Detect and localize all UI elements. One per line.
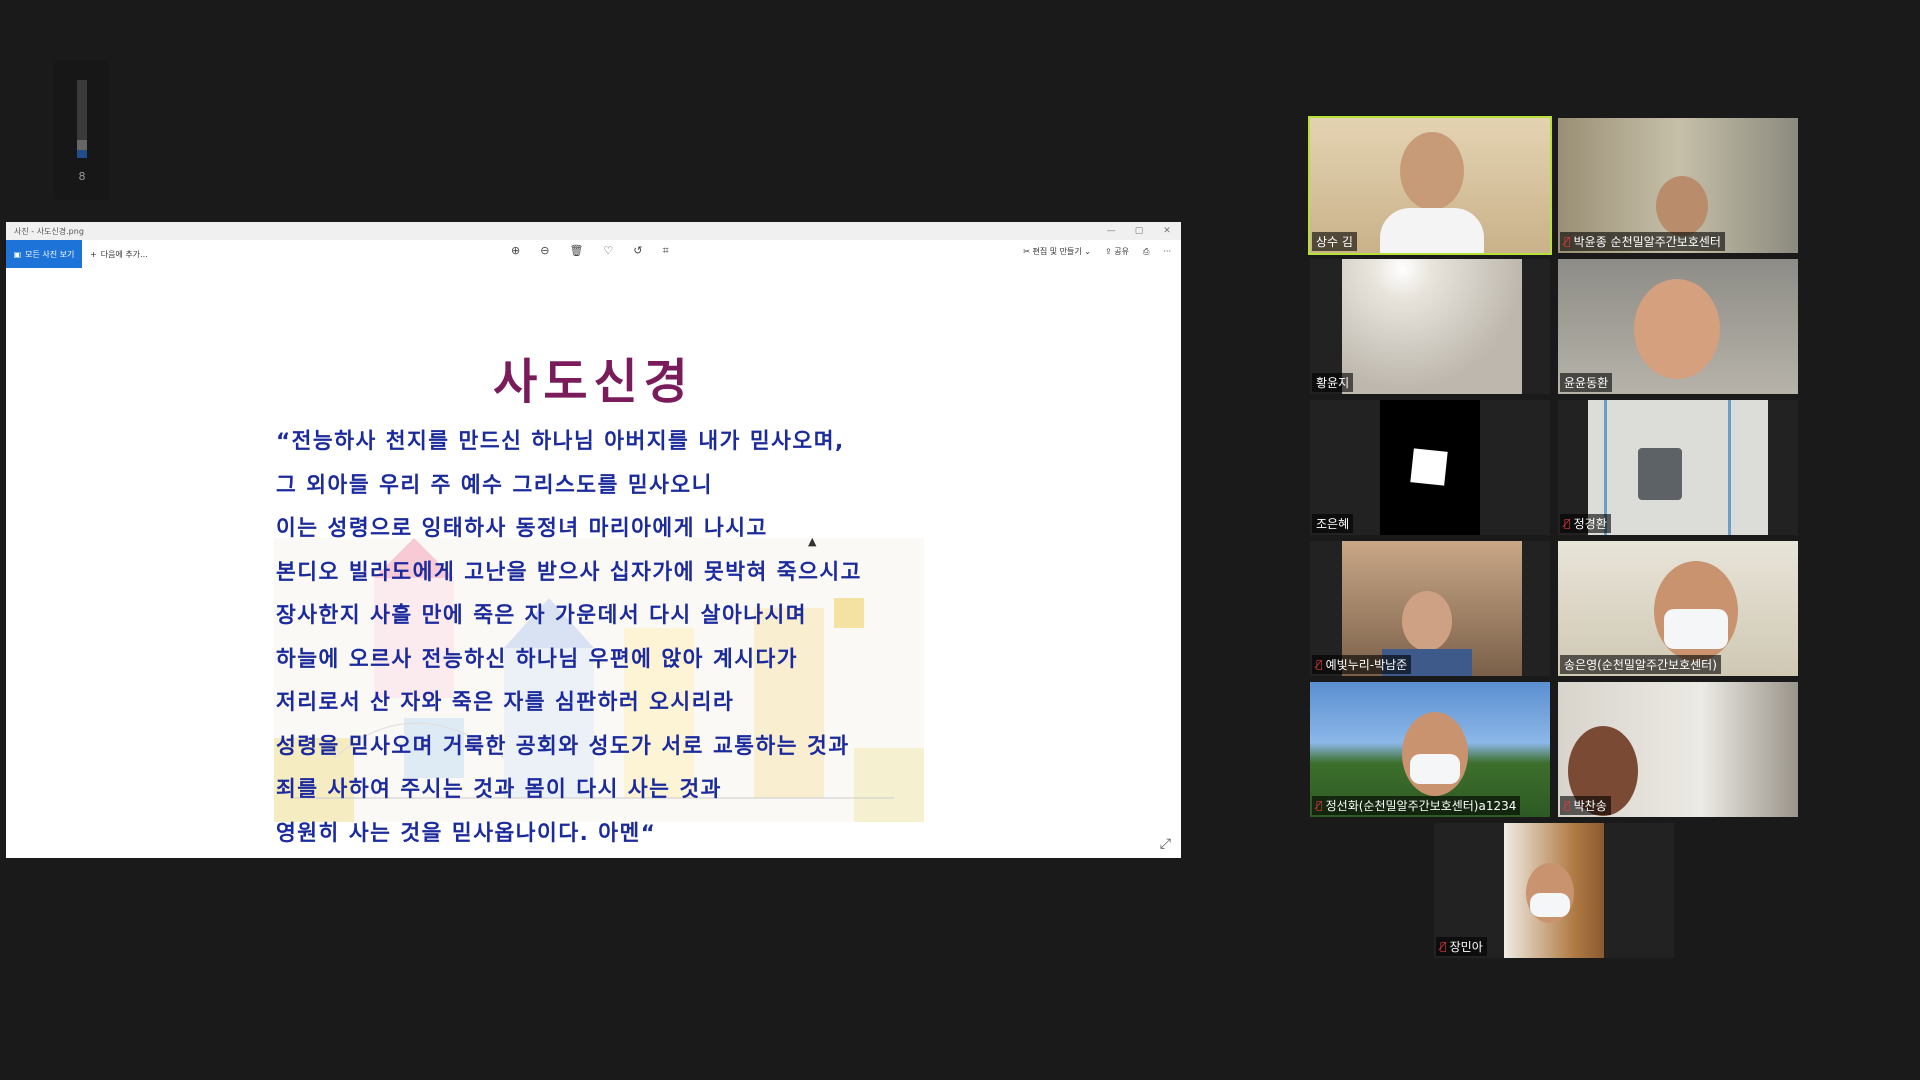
participant-tile[interactable]: 황윤지: [1310, 259, 1550, 394]
audio-level-meter: 8: [54, 60, 110, 200]
participant-name: 박찬송: [1573, 799, 1607, 813]
edit-create-label: 편집 및 만들기: [1032, 247, 1082, 256]
audio-level-track: [77, 80, 87, 158]
share-button[interactable]: ⇪ 공유: [1105, 246, 1129, 257]
rotate-icon[interactable]: ↺: [633, 244, 642, 258]
participant-tile[interactable]: 🎙̸ 정선화(순천밀알주간보호센터)a1234: [1310, 682, 1550, 817]
participant-face: [1634, 279, 1720, 379]
participant-name: 송은영(순천밀알주간보호센터): [1564, 658, 1717, 672]
participant-tile[interactable]: 🎙̸ 박찬송: [1558, 682, 1798, 817]
participant-nametag: 송은영(순천밀알주간보호센터): [1560, 655, 1721, 674]
mic-muted-icon: 🎙̸: [1564, 799, 1571, 812]
viewer-tool-group: ⊕ ⊖ 🗑 ♡ ↺ ⌗: [511, 244, 669, 258]
participant-tile[interactable]: 송은영(순천밀알주간보호센터): [1558, 541, 1798, 676]
mic-muted-icon: 🎙̸: [1316, 658, 1323, 671]
creed-line-10: 영원히 사는 것을 믿사옵나이다. 아멘“: [276, 820, 657, 846]
participant-nametag: 🎙̸ 박찬송: [1560, 796, 1611, 815]
creed-line-8: 성령을 믿사오며 거룩한 공회와 성도가 서로 교통하는 것과: [276, 733, 850, 759]
creed-line-5: 장사한지 사흘 만에 죽은 자 가운데서 다시 살아나시며: [276, 603, 808, 628]
crop-icon[interactable]: ⌗: [663, 244, 669, 258]
mic-muted-icon: 🎙̸: [1564, 235, 1571, 248]
audio-level-cap: [77, 140, 87, 150]
participant-tile[interactable]: 윤윤동환: [1558, 259, 1798, 394]
participant-tile[interactable]: 🎙̸ 장민아: [1434, 823, 1674, 958]
participant-light: [1410, 448, 1448, 486]
participant-face: [1402, 591, 1452, 651]
delete-icon[interactable]: 🗑: [569, 244, 583, 258]
participant-nametag: 윤윤동환: [1560, 373, 1613, 392]
participant-face: [1656, 176, 1708, 236]
favorite-icon[interactable]: ♡: [603, 244, 613, 258]
participant-nametag: 상수 김: [1312, 232, 1357, 251]
mic-muted-icon: 🎙̸: [1316, 799, 1323, 812]
participant-nametag: 🎙̸ 예빛누리-박남준: [1312, 655, 1412, 674]
plus-icon: +: [90, 249, 97, 259]
participant-name: 박윤종 순천밀알주간보호센터: [1573, 235, 1721, 249]
participant-tile[interactable]: 🎙̸ 예빛누리-박남준: [1310, 541, 1550, 676]
share-label: 공유: [1114, 247, 1129, 256]
viewer-titlebar: 사진 - 사도신경.png — ▢ ✕: [6, 222, 1181, 240]
participant-nametag: 🎙̸ 정경환: [1560, 514, 1611, 533]
participant-video: [1504, 823, 1604, 958]
creed-line-4: 본디오 빌라도에게 고난을 받으사 십자가에 못박혀 죽으시고: [276, 559, 862, 585]
participant-tile[interactable]: 조은혜: [1310, 400, 1550, 535]
add-to-label: 다음에 추가...: [100, 249, 148, 259]
participant-video: [1342, 259, 1522, 394]
fullscreen-expand-icon[interactable]: ⤢: [1160, 836, 1171, 852]
view-all-photos-label: 모든 사진 보기: [25, 249, 75, 259]
creed-text: “전능하사 천지를 만드신 하나님 아버지를 내가 믿사오며, 그 외아들 우리…: [276, 420, 862, 855]
creed-line-6: 하늘에 오르사 전능하신 하나님 우편에 앉아 계시다가: [276, 646, 799, 672]
participant-name: 정경환: [1573, 517, 1607, 531]
participant-line: [1728, 400, 1731, 535]
participant-name: 장민아: [1449, 940, 1483, 954]
creed-line-2: 그 외아들 우리 주 예수 그리스도를 믿사오니: [276, 472, 713, 498]
creed-line-3: 이는 성령으로 잉태하사 동정녀 마리아에게 나시고: [276, 516, 768, 541]
participant-face: [1400, 132, 1464, 210]
mic-muted-icon: 🎙̸: [1564, 517, 1571, 530]
creed-line-7: 저리로서 산 자와 죽은 자를 심판하러 오시리라: [276, 690, 735, 715]
participant-nametag: 🎙̸ 장민아: [1436, 937, 1487, 956]
shared-screen-photo-viewer[interactable]: 사진 - 사도신경.png — ▢ ✕ ▣ 모든 사진 보기 + 다음에 추가.…: [6, 222, 1181, 858]
participant-name: 정선화(순천밀알주간보호센터)a1234: [1325, 799, 1517, 813]
audio-level-value: 8: [78, 170, 86, 183]
creed-line-9: 죄를 사하여 주시는 것과 몸이 다시 사는 것과: [276, 777, 722, 802]
face-mask: [1530, 893, 1570, 917]
participant-nametag: 조은혜: [1312, 514, 1354, 533]
participant-name: 조은혜: [1316, 517, 1350, 531]
minimize-button[interactable]: —: [1097, 226, 1125, 236]
zoom-out-icon[interactable]: ⊖: [540, 244, 549, 258]
participant-nametag: 🎙̸ 박윤종 순천밀알주간보호센터: [1560, 232, 1725, 251]
creed-line-1: “전능하사 천지를 만드신 하나님 아버지를 내가 믿사오며,: [276, 429, 845, 454]
document-title: 사도신경: [493, 354, 694, 410]
participant-name: 윤윤동환: [1564, 376, 1609, 390]
photo-canvas: 사도신경 “전능하사 천지를 만드신 하나님 아버지를 내가 믿사오며, 그 외…: [6, 268, 1181, 858]
face-mask: [1664, 609, 1728, 649]
participant-video: [1588, 400, 1768, 535]
maximize-button[interactable]: ▢: [1125, 226, 1153, 236]
print-icon[interactable]: ⎙: [1143, 247, 1149, 257]
mic-muted-icon: 🎙̸: [1440, 940, 1447, 953]
participant-object: [1638, 448, 1682, 500]
viewer-right-tools: ✂ 편집 및 만들기 ⌄ ⇪ 공유 ⎙ ···: [1023, 246, 1171, 257]
view-all-photos-button[interactable]: ▣ 모든 사진 보기: [6, 240, 82, 268]
mouse-cursor-icon: ▲: [808, 535, 817, 548]
participant-name: 상수 김: [1316, 235, 1353, 249]
participant-tile[interactable]: 🎙̸ 정경환: [1558, 400, 1798, 535]
participant-tile[interactable]: 상수 김: [1308, 116, 1552, 255]
participant-name: 예빛누리-박남준: [1325, 658, 1408, 672]
participant-tile[interactable]: 🎙̸ 박윤종 순천밀알주간보호센터: [1558, 118, 1798, 253]
photos-icon: ▣: [13, 249, 22, 259]
participant-shirt: [1380, 208, 1484, 253]
close-button[interactable]: ✕: [1153, 226, 1181, 236]
more-options-icon[interactable]: ···: [1163, 247, 1171, 256]
participant-video: [1380, 400, 1480, 535]
edit-create-button[interactable]: ✂ 편집 및 만들기 ⌄: [1023, 246, 1091, 257]
face-mask: [1410, 754, 1460, 784]
participant-name: 황윤지: [1316, 376, 1350, 390]
participant-nametag: 🎙̸ 정선화(순천밀알주간보호센터)a1234: [1312, 796, 1521, 815]
participant-nametag: 황윤지: [1312, 373, 1354, 392]
add-to-button[interactable]: + 다음에 추가...: [90, 249, 148, 260]
viewer-window-title: 사진 - 사도신경.png: [14, 226, 84, 236]
zoom-in-icon[interactable]: ⊕: [511, 244, 520, 258]
